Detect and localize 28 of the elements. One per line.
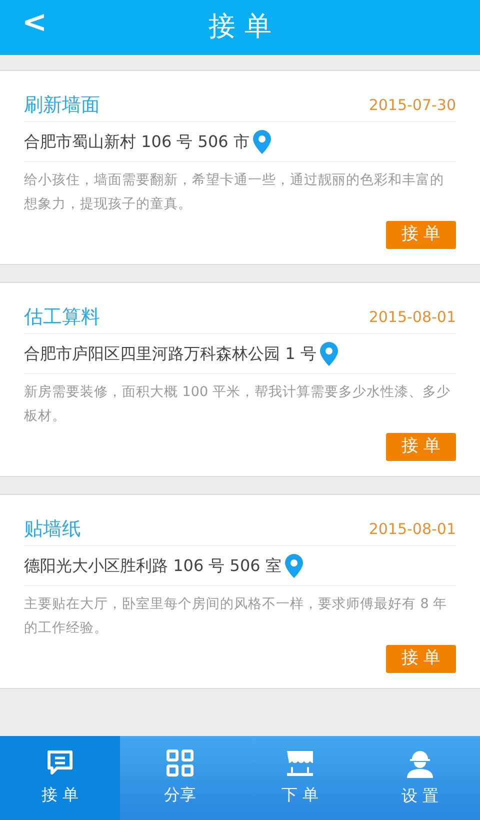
grid-icon <box>166 749 194 777</box>
location-pin-icon <box>285 554 304 578</box>
order-address: 合肥市蜀山新村 106 号 506 市 <box>24 130 250 152</box>
order-title: 贴墙纸 <box>24 516 81 542</box>
order-date: 2015-08-01 <box>368 518 456 540</box>
back-button[interactable]: < <box>22 8 48 38</box>
order-description: 新房需要装修，面积大概 100 平米，帮我计算需要多少水性漆、多少板材。 <box>24 383 452 426</box>
order-date: 2015-08-01 <box>368 306 456 328</box>
worker-helmet-icon <box>405 748 435 778</box>
location-pin-icon <box>253 130 272 154</box>
order-title: 刷新墙面 <box>24 92 100 118</box>
order-description: 给小孩住，墙面需要翻新，希望卡通一些，通过靓丽的色彩和丰富的想象力，提现孩子的童真。 <box>24 171 445 214</box>
accept-order-button[interactable]: 接 单 <box>386 221 456 249</box>
order-title: 估工算料 <box>24 304 100 330</box>
message-icon <box>46 749 74 777</box>
accept-order-button[interactable]: 接 单 <box>386 433 456 461</box>
order-description: 主要贴在大厅，卧室里每个房间的风格不一样，要求师傅最好有 8 年的工作经验。 <box>24 595 448 638</box>
order-address: 德阳光大小区胜利路 106 号 506 室 <box>24 554 282 576</box>
nav-tab[interactable]: 分享 <box>120 736 240 820</box>
storefront-icon <box>286 749 314 777</box>
nav-tab[interactable]: 接 单 <box>0 736 120 820</box>
accept-order-button[interactable]: 接 单 <box>386 645 456 673</box>
location-pin-icon <box>320 342 338 366</box>
nav-tab[interactable]: 下 单 <box>240 736 360 820</box>
order-address: 合肥市庐阳区四里河路万科森林公园 1 号 <box>24 342 316 364</box>
order-date: 2015-07-30 <box>368 94 456 116</box>
page-title: 接 单 <box>208 10 272 44</box>
nav-tab[interactable]: 设 置 <box>360 736 480 820</box>
